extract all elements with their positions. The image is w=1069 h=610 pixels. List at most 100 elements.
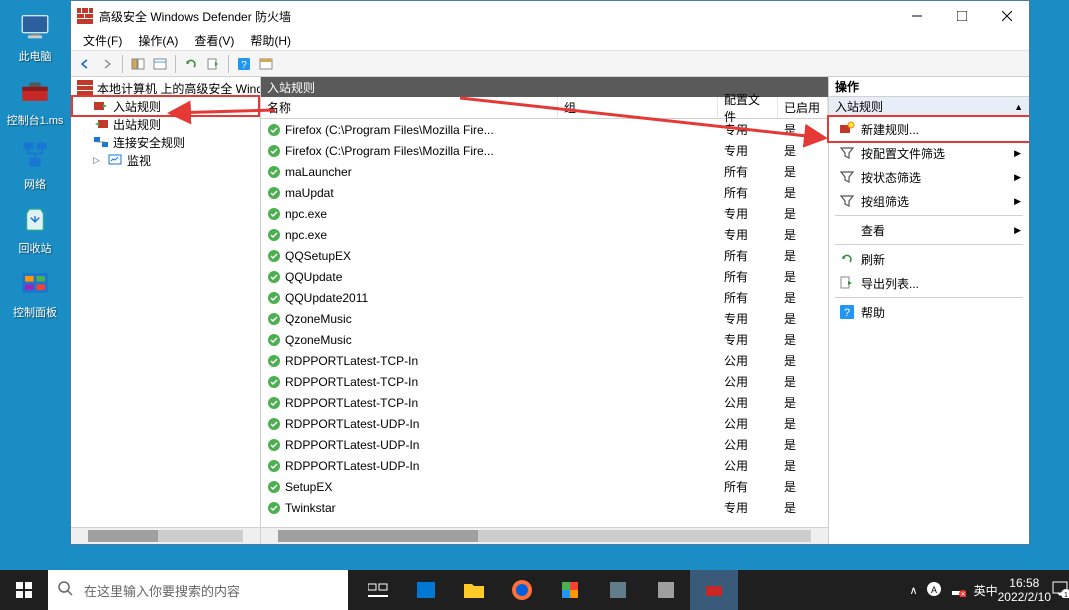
desktop-icon-console[interactable]: 控制台1.ms (0, 72, 70, 128)
table-row[interactable]: QQUpdate2011 所有 是 (261, 287, 828, 308)
table-row[interactable]: Firefox (C:\Program Files\Mozilla Fire..… (261, 119, 828, 140)
tray-notifications-icon[interactable]: 1 (1051, 580, 1069, 601)
table-row[interactable]: npc.exe 专用 是 (261, 224, 828, 245)
allow-icon (267, 228, 281, 242)
table-row[interactable]: maLauncher 所有 是 (261, 161, 828, 182)
expand-icon[interactable]: ▷ (93, 155, 103, 166)
actions-section-header[interactable]: 入站规则 ▲ (829, 97, 1029, 117)
table-row[interactable]: RDPPORTLatest-TCP-In 公用 是 (261, 350, 828, 371)
minimize-button[interactable] (894, 2, 939, 30)
task-app-2[interactable] (546, 570, 594, 610)
maximize-button[interactable] (939, 2, 984, 30)
action--[interactable]: 新建规则... (829, 117, 1029, 141)
action--[interactable]: 按状态筛选▶ (829, 165, 1029, 189)
action--[interactable]: 查看▶ (829, 218, 1029, 242)
task-explorer[interactable] (450, 570, 498, 610)
tool-refresh[interactable] (181, 54, 201, 74)
task-view-icon[interactable] (354, 570, 402, 610)
allow-icon (267, 354, 281, 368)
tool-forward[interactable] (97, 54, 117, 74)
cell-profile: 所有 (718, 163, 778, 180)
table-row[interactable]: maUpdat 所有 是 (261, 182, 828, 203)
tree-connection-security[interactable]: 连接安全规则 (73, 133, 258, 151)
action--[interactable]: 按组筛选▶ (829, 189, 1029, 213)
table-row[interactable]: QzoneMusic 专用 是 (261, 329, 828, 350)
table-row[interactable]: QzoneMusic 专用 是 (261, 308, 828, 329)
cell-profile: 所有 (718, 478, 778, 495)
table-row[interactable]: QQUpdate 所有 是 (261, 266, 828, 287)
tray-expand-icon[interactable]: ∧ (910, 584, 918, 597)
desktop-icon-computer[interactable]: 此电脑 (0, 8, 70, 64)
col-profile[interactable]: 配置文件 (718, 97, 778, 118)
tool-panel[interactable] (256, 54, 276, 74)
tool-help[interactable]: ? (234, 54, 254, 74)
task-app-4[interactable] (642, 570, 690, 610)
allow-icon (267, 417, 281, 431)
table-row[interactable]: SetupEX 所有 是 (261, 476, 828, 497)
tray-lang[interactable]: 英 (974, 582, 986, 599)
list-body[interactable]: Firefox (C:\Program Files\Mozilla Fire..… (261, 119, 828, 527)
action--[interactable]: 按配置文件筛选▶ (829, 141, 1029, 165)
desktop-label: 控制台1.ms (7, 112, 64, 128)
table-row[interactable]: QQSetupEX 所有 是 (261, 245, 828, 266)
control-panel-icon (16, 264, 54, 302)
tray-clock[interactable]: 16:58 2022/2/10 (998, 576, 1051, 605)
list-scrollbar[interactable] (261, 527, 828, 544)
allow-icon (267, 459, 281, 473)
titlebar[interactable]: 高级安全 Windows Defender 防火墙 (71, 1, 1029, 31)
menu-view[interactable]: 查看(V) (186, 30, 242, 51)
table-row[interactable]: RDPPORTLatest-UDP-In 公用 是 (261, 434, 828, 455)
task-app-3[interactable] (594, 570, 642, 610)
tree-root[interactable]: 本地计算机 上的高级安全 Wind (73, 79, 258, 97)
cell-enabled: 是 (778, 289, 828, 306)
tree-scrollbar[interactable] (71, 527, 260, 544)
cell-name: npc.exe (261, 207, 558, 221)
action--[interactable]: 导出列表... (829, 271, 1029, 295)
menu-help[interactable]: 帮助(H) (242, 30, 299, 51)
tree-inbound-rules[interactable]: 入站规则 (73, 97, 258, 115)
filter-icon (839, 193, 855, 209)
col-enabled[interactable]: 已启用 (778, 97, 828, 118)
cell-enabled: 是 (778, 247, 828, 264)
task-mmc[interactable] (690, 570, 738, 610)
table-row[interactable]: Firefox (C:\Program Files\Mozilla Fire..… (261, 140, 828, 161)
allow-icon (267, 312, 281, 326)
firewall-icon (77, 8, 93, 24)
tree-outbound-rules[interactable]: 出站规则 (73, 115, 258, 133)
list-column-headers: 名称 组 配置文件 已启用 (261, 97, 828, 119)
tray-network-icon[interactable]: ✕ (950, 581, 966, 600)
tray-ime[interactable]: 中 (986, 582, 998, 599)
tool-export[interactable] (203, 54, 223, 74)
action--[interactable]: 刷新 (829, 247, 1029, 271)
table-row[interactable]: RDPPORTLatest-TCP-In 公用 是 (261, 392, 828, 413)
table-row[interactable]: npc.exe 专用 是 (261, 203, 828, 224)
menu-file[interactable]: 文件(F) (75, 30, 130, 51)
table-row[interactable]: RDPPORTLatest-TCP-In 公用 是 (261, 371, 828, 392)
tray-ime-icon[interactable]: A (926, 581, 942, 600)
menu-action[interactable]: 操作(A) (130, 30, 186, 51)
table-row[interactable]: RDPPORTLatest-UDP-In 公用 是 (261, 413, 828, 434)
connection-icon (93, 134, 109, 150)
taskbar-search[interactable]: 在这里输入你要搜索的内容 (48, 570, 348, 610)
desktop-icon-network[interactable]: 网络 (0, 136, 70, 192)
col-group[interactable]: 组 (558, 97, 718, 118)
collapse-icon[interactable]: ▲ (1014, 102, 1023, 112)
start-button[interactable] (0, 570, 48, 610)
task-firefox[interactable] (498, 570, 546, 610)
tree-monitoring[interactable]: ▷ 监视 (73, 151, 258, 169)
table-row[interactable]: RDPPORTLatest-UDP-In 公用 是 (261, 455, 828, 476)
tool-details[interactable] (150, 54, 170, 74)
close-button[interactable] (984, 2, 1029, 30)
cell-enabled: 是 (778, 415, 828, 432)
cell-enabled: 是 (778, 310, 828, 327)
desktop-icon-control-panel[interactable]: 控制面板 (0, 264, 70, 320)
blank-icon (839, 222, 855, 238)
tool-show-hide[interactable] (128, 54, 148, 74)
table-row[interactable]: Twinkstar 专用 是 (261, 497, 828, 518)
allow-icon (267, 207, 281, 221)
task-app-1[interactable] (402, 570, 450, 610)
tool-back[interactable] (75, 54, 95, 74)
col-name[interactable]: 名称 (261, 97, 558, 118)
desktop-icon-recycle[interactable]: 回收站 (0, 200, 70, 256)
action--[interactable]: ?帮助 (829, 300, 1029, 324)
